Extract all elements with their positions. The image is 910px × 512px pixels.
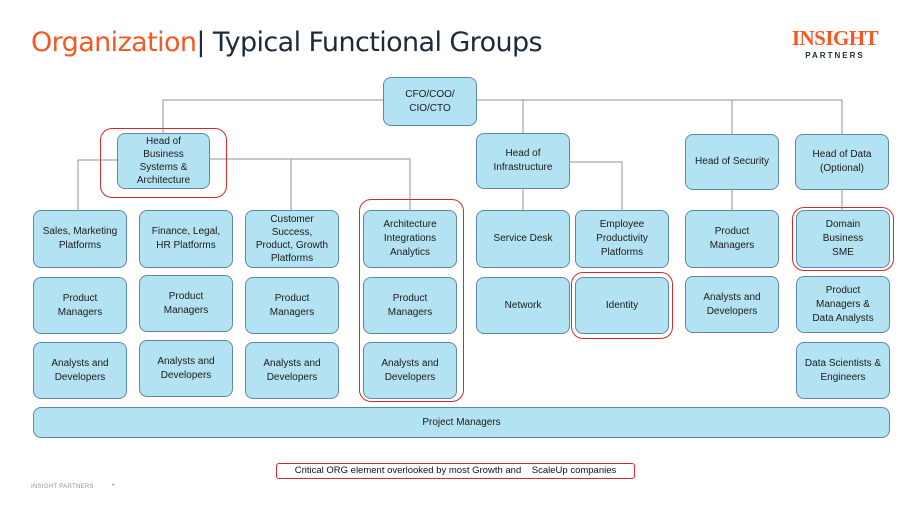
org-box-network[interactable]: Network — [476, 277, 570, 334]
org-box-identity[interactable]: Identity — [575, 277, 669, 334]
org-box-service-desk[interactable]: Service Desk — [476, 210, 570, 268]
org-box-pm[interactable]: Product Managers — [139, 275, 233, 332]
org-box-data-scientists[interactable]: Data Scientists & Engineers — [796, 342, 890, 399]
connector-root-to-security-data — [523, 99, 843, 134]
org-box-analysts-dev[interactable]: Analysts and Developers — [363, 342, 457, 399]
org-box-cfo-coo-cio-cto[interactable]: CFO/COO/ CIO/CTO — [383, 77, 477, 126]
org-box-sales-marketing[interactable]: Sales, Marketing Platforms — [33, 210, 127, 268]
footer-separator-dot: • — [112, 482, 115, 489]
org-box-pm[interactable]: Product Managers — [363, 277, 457, 334]
org-box-customer-success[interactable]: Customer Success, Product, Growth Platfo… — [245, 210, 339, 268]
org-box-project-managers[interactable]: Project Managers — [33, 407, 890, 438]
org-box-analysts-dev[interactable]: Analysts and Developers — [685, 276, 779, 333]
org-box-domain-business-sme[interactable]: Domain Business SME — [796, 210, 890, 268]
org-box-pm[interactable]: Product Managers — [245, 277, 339, 334]
org-box-head-security[interactable]: Head of Security — [685, 134, 779, 190]
legend-critical-element: Critical ORG element overlooked by most … — [276, 463, 635, 479]
org-box-head-infrastructure[interactable]: Head of Infrastructure — [476, 133, 570, 189]
org-box-analysts-dev[interactable]: Analysts and Developers — [33, 342, 127, 399]
org-box-pm[interactable]: Product Managers — [685, 210, 779, 268]
org-box-analysts-dev[interactable]: Analysts and Developers — [245, 342, 339, 399]
connector-root-to-infrastructure — [477, 99, 524, 133]
org-box-pm-data-analysts[interactable]: Product Managers & Data Analysts — [796, 276, 890, 333]
org-box-finance-legal-hr[interactable]: Finance, Legal, HR Platforms — [139, 210, 233, 268]
connector-infra-to-employee-productivity — [570, 161, 623, 210]
org-box-employee-productivity[interactable]: Employee Productivity Platforms — [575, 210, 669, 268]
org-box-analysts-dev[interactable]: Analysts and Developers — [139, 340, 233, 397]
footer-brand: INSIGHT PARTNERS — [31, 484, 94, 490]
org-box-pm[interactable]: Product Managers — [33, 277, 127, 334]
org-box-head-business-systems[interactable]: Head of Business Systems & Architecture — [117, 133, 210, 189]
org-box-head-data[interactable]: Head of Data (Optional) — [795, 134, 889, 190]
org-box-architecture-integrations[interactable]: Architecture Integrations Analytics — [363, 210, 457, 268]
